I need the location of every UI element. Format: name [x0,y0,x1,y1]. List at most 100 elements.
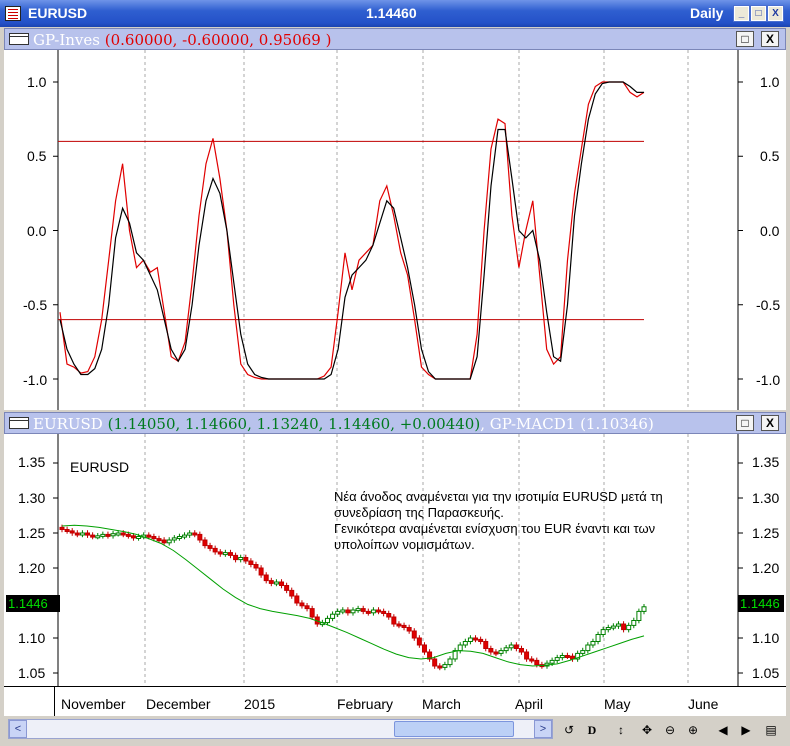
candle-body [125,533,131,537]
candle-body [146,534,152,538]
chart-app-icon[interactable] [5,6,21,21]
left-tick-label: 1.10 [18,630,46,646]
candle-body [416,637,422,646]
candle-body [182,534,188,538]
candle-body [386,613,392,618]
price-pane-maximize-button[interactable]: □ [736,415,754,431]
candle-body [120,532,126,536]
scroll-right-button[interactable]: > [534,720,552,738]
window-period[interactable]: Daily [690,5,723,21]
left-tick-label: 1.25 [18,525,46,541]
candle-body [488,648,494,653]
candle-body [483,641,489,649]
left-tick-label: 0.0 [27,223,47,239]
analysis-annotation: Νέα άνοδος αναμένεται για την ισοτιμία E… [334,489,663,552]
candle-body [166,539,172,544]
candle-body [559,655,565,659]
candle-body [406,627,412,632]
period-d-button[interactable]: D [583,721,601,739]
window-symbol: EURUSD [28,5,88,21]
current-price-badge-right: 1.1446 [738,595,784,612]
candle-body [227,552,233,556]
candle-body [600,629,606,636]
candle-body [309,608,315,618]
candle-body [85,532,91,536]
candle-body [376,609,382,613]
candle-body [130,535,136,539]
scroll-forward-icon[interactable]: ▶ [737,721,755,739]
candle-body [69,530,75,534]
right-tick-label: 1.30 [752,490,780,506]
time-axis[interactable]: November December 2015 February March Ap… [4,686,786,717]
candle-body [641,606,647,612]
right-tick-label: 1.20 [752,560,780,576]
candle-body [370,609,376,614]
scroll-back-icon[interactable]: ◀ [714,721,732,739]
candle-body [105,533,111,537]
left-tick-label: 1.30 [18,490,46,506]
candle-body [437,665,443,669]
scroll-left-button[interactable]: < [9,720,27,738]
close-button[interactable]: X [767,5,784,22]
candle-body [595,634,601,642]
indicator-pane-close-button[interactable]: X [761,31,779,47]
axis-month-label: May [604,696,631,712]
left-tick-label: 1.20 [18,560,46,576]
zoom-in-icon[interactable]: ⊕ [684,721,702,739]
axis-month-label: February [337,696,394,712]
price-pane-indicator-value: (1.10346) [580,415,654,433]
axis-month-label: June [688,696,719,712]
horizontal-scrollbar[interactable]: < > [8,719,553,739]
candle-body [360,608,366,612]
minimize-button[interactable]: _ [733,5,750,22]
candle-body [90,534,96,538]
candle-body [498,650,504,654]
candle-body [432,658,438,667]
price-pane-indicator: GP-MACD1 [489,415,576,433]
candle-body [110,533,116,537]
candle-body [294,595,300,604]
candle-body [151,536,157,540]
refresh-icon[interactable]: ↺ [560,721,578,739]
candle-body [289,589,295,597]
candle-body [457,644,463,652]
candle-body [64,529,70,532]
vertical-resize-icon[interactable]: ↕ [612,721,630,739]
right-tick-label: 0.0 [760,223,780,239]
candle-body [340,609,346,613]
candle-body [508,644,514,649]
right-tick-label: 1.25 [752,525,780,541]
left-tick-label: 1.0 [27,74,47,90]
candle-body [447,658,453,666]
indicator-pane-maximize-button[interactable]: □ [736,31,754,47]
chart-menu-icon[interactable]: ▤ [762,721,780,739]
price-pane[interactable]: 1.35 1.30 1.25 1.20 1.10 1.05 1.35 1.30 … [4,434,786,686]
candle-body [580,650,586,654]
price-pane-ohlc: (1.14050, 1.14660, 1.13240, 1.14460, +0.… [107,415,481,433]
candle-body [631,620,637,626]
candle-body [243,557,249,562]
indicator-chart [53,50,743,410]
candle-body [355,608,361,612]
axis-month-label: December [146,696,211,712]
candle-body [478,638,484,642]
pane-window-icon[interactable] [9,33,29,45]
axis-month-label: March [422,696,461,712]
candle-body [529,658,535,662]
candle-body [258,567,264,576]
scroll-thumb[interactable] [394,721,514,737]
candle-body [273,581,279,585]
zoom-out-icon[interactable]: ⊖ [661,721,679,739]
candle-body [462,641,468,646]
candle-body [74,532,80,536]
candle-body [192,532,198,536]
maximize-button[interactable]: □ [750,5,767,22]
candle-body [202,539,208,547]
move-icon[interactable]: ✥ [638,721,656,739]
indicator-pane[interactable]: 1.0 0.5 0.0 -0.5 -1.0 1.0 0.5 0.0 -0.5 -… [4,50,786,410]
candle-body [621,623,627,631]
price-pane-label: EURUSD [70,459,130,475]
price-pane-close-button[interactable]: X [761,415,779,431]
pane-window-icon[interactable] [9,417,29,429]
window-price: 1.14460 [366,5,417,21]
